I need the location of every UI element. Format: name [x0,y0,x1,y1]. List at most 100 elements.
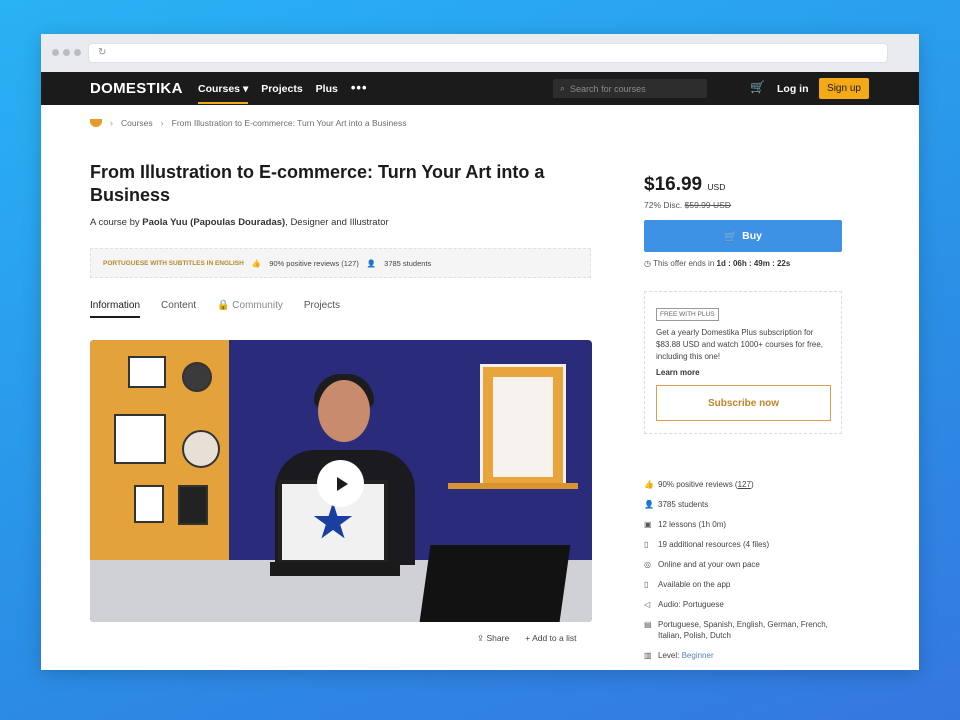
course-title: From Illustration to E-commerce: Turn Yo… [90,162,545,205]
price-amount: $16.99 [644,174,703,195]
breadcrumb: › Courses › From Illustration to E-comme… [90,118,406,128]
share-label: Share [486,633,510,643]
address-bar[interactable]: ↻ [88,43,888,63]
clock-icon: ◷ [644,259,651,268]
course-video-player[interactable] [90,340,592,622]
fact-level: ▥ Level: Beginner [644,650,844,670]
course-byline: A course by Paola Yuu (Papoulas Douradas… [90,217,389,228]
close-dot-icon[interactable] [52,49,59,56]
play-icon [337,476,348,491]
tab-community-label: Community [232,300,283,311]
fact-audio-text: Audio: Portuguese [658,600,724,609]
signup-button[interactable]: Sign up [819,78,869,99]
nav-courses-label: Courses [198,83,241,95]
offer-timer: ◷ This offer ends in 1d : 06h : 49m : 22… [644,259,790,268]
add-to-list-button[interactable]: + Add to a list [525,633,576,644]
breadcrumb-current: From Illustration to E-commerce: Turn Yo… [171,118,407,128]
video-actions: ⇪ Share + Add to a list [477,633,576,644]
window-controls[interactable] [52,49,81,56]
laptop-base [270,562,400,576]
login-link[interactable]: Log in [777,83,809,95]
offer-countdown: 1d : 06h : 49m : 22s [716,259,791,268]
subscribe-button[interactable]: Subscribe now [656,385,831,421]
fact-reviews-prefix: 90% positive reviews ( [658,480,738,489]
search-input[interactable]: ⌕ Search for courses [553,79,707,98]
home-icon[interactable] [90,119,102,127]
fact-level-text: Level: Beginner [658,650,714,661]
file-icon: ▯ [644,540,649,549]
discount-label: 72% Disc. [644,200,683,210]
breadcrumb-courses[interactable]: Courses [121,118,153,128]
fact-reviews: 👍 90% positive reviews (127) [644,479,844,499]
nav-plus[interactable]: Plus [316,83,338,104]
breadcrumb-separator-icon: › [160,118,164,128]
course-tabs: Information Content 🔒 Community Projects [90,300,340,318]
search-icon: ⌕ [560,83,566,93]
wall-frame-art [182,362,212,392]
fact-subtitles-text: Portuguese, Spanish, English, German, Fr… [658,620,828,640]
tab-community[interactable]: 🔒 Community [217,300,283,318]
free-with-plus-badge: FREE WITH PLUS [656,308,719,321]
user-icon: 👤 [366,258,377,268]
discount-line: 72% Disc. $59.99 USD [644,200,731,210]
reviews-count-link[interactable]: 127 [738,480,751,489]
video-lessons-icon: ▣ [644,520,652,529]
tab-content[interactable]: Content [161,300,196,318]
fact-students: 👤 3785 students [644,499,844,519]
fact-resources-text: 19 additional resources (4 files) [658,540,770,549]
user-icon: 👤 [644,500,654,509]
wall-shelf [448,483,578,489]
domestika-logo[interactable]: DOMESTIKA [90,80,183,97]
mobile-icon: ▯ [644,580,649,589]
poster-frame [480,364,566,489]
wall-frame-art [134,485,164,523]
share-button[interactable]: ⇪ Share [477,633,509,644]
buy-button[interactable]: 🛒 Buy [644,220,842,252]
browser-chrome: ↻ [41,34,919,72]
plus-icon: + [525,633,531,643]
cart-icon[interactable]: 🛒 [750,80,765,94]
chevron-down-icon: ▾ [242,83,249,95]
plus-description: Get a yearly Domestika Plus subscription… [656,328,823,361]
fact-lessons-text: 12 lessons (1h 0m) [658,520,727,529]
plus-promo-box: FREE WITH PLUS Get a yearly Domestika Pl… [644,291,842,434]
top-navbar: DOMESTIKA Courses ▾ Projects Plus ••• ⌕ … [41,72,919,105]
learn-more-link[interactable]: Learn more [656,368,830,377]
reload-icon[interactable]: ↻ [98,47,106,58]
more-menu-icon[interactable]: ••• [351,80,368,101]
tab-projects[interactable]: Projects [304,300,340,318]
level-bars-icon: ▥ [644,651,652,660]
reviews-summary[interactable]: 90% positive reviews (127) [269,259,359,268]
fact-online-text: Online and at your own pace [658,560,760,569]
students-summary: 3785 students [384,258,432,268]
thumbs-up-icon: 👍 [644,480,654,489]
fact-online: ◎ Online and at your own pace [644,559,844,579]
nav-projects[interactable]: Projects [261,83,302,104]
fact-resources: ▯ 19 additional resources (4 files) [644,539,844,559]
course-facts-list: 👍 90% positive reviews (127) 👤 3785 stud… [644,479,844,670]
level-value: Beginner [681,651,714,660]
offer-prefix: This offer ends in [653,259,715,268]
play-button[interactable] [317,460,364,507]
fact-reviews-suffix: ) [750,480,754,489]
tote-bag [419,545,571,622]
fact-students-text: 3785 students [658,500,709,509]
tab-information[interactable]: Information [90,300,141,318]
fact-lessons: ▣ 12 lessons (1h 0m) [644,519,844,539]
wall-frame-art [114,414,166,464]
nav-courses[interactable]: Courses ▾ [198,83,249,104]
add-to-list-label: Add to a list [532,633,577,643]
main-nav: Courses ▾ Projects Plus ••• [198,80,368,104]
maximize-dot-icon[interactable] [74,49,81,56]
lock-icon: 🔒 [217,300,230,311]
fact-app: ▯ Available on the app [644,579,844,599]
cart-icon: 🛒 [724,230,738,243]
wall-frame-art [182,430,220,468]
minimize-dot-icon[interactable] [63,49,70,56]
price: $16.99 USD [644,174,725,196]
buy-label: Buy [742,230,762,242]
poster-art [493,377,553,477]
author-link[interactable]: Paola Yuu (Papoulas Douradas) [142,217,285,228]
course-meta-strip: PORTUGUESE WITH SUBTITLES IN ENGLISH 👍 9… [90,248,591,278]
globe-icon: ◎ [644,560,651,569]
